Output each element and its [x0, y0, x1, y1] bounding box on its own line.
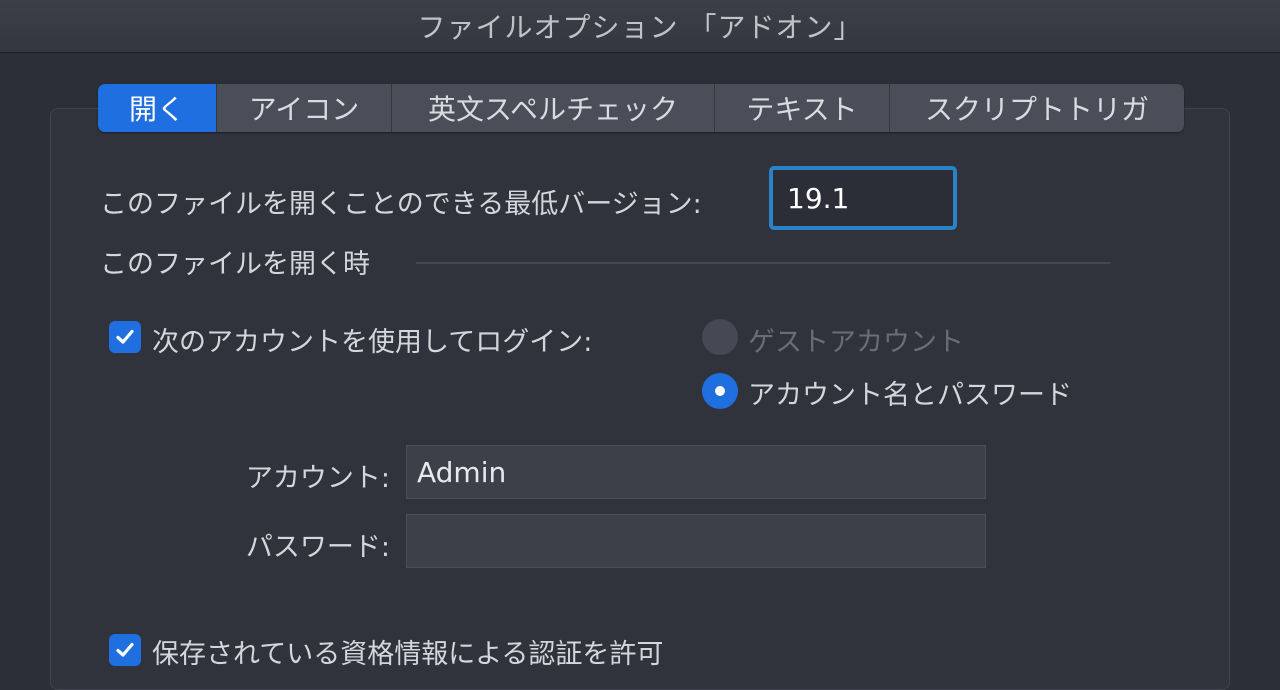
account-field[interactable]: Admin [406, 445, 986, 499]
tab-spelling[interactable]: 英文スペルチェック [391, 84, 714, 132]
tab-icon-label: アイコン [248, 93, 360, 126]
account-field-value: Admin [417, 455, 507, 489]
tab-script-triggers[interactable]: スクリプトトリガ [889, 84, 1184, 132]
keychain-checkbox[interactable] [109, 634, 141, 666]
checkmark-icon [116, 642, 134, 657]
tab-text[interactable]: テキスト [714, 84, 889, 132]
radio-account-password[interactable] [702, 373, 738, 409]
checkmark-icon [116, 329, 134, 344]
radio-guest-account-label: ゲストアカウント [748, 327, 964, 358]
login-checkbox-label: 次のアカウントを使用してログイン: [152, 327, 593, 358]
radio-account-password-label: アカウント名とパスワード [748, 380, 1072, 411]
tab-icon[interactable]: アイコン [216, 84, 391, 132]
window-title: ファイルオプション 「アドオン」 [417, 11, 863, 44]
section-divider [416, 262, 1110, 264]
radio-selected-dot [715, 386, 725, 396]
on-open-heading: このファイルを開く時 [100, 249, 370, 280]
radio-guest-account[interactable] [702, 319, 738, 355]
tab-text-label: テキスト [746, 93, 858, 126]
login-checkbox[interactable] [109, 321, 141, 353]
tab-spelling-label: 英文スペルチェック [427, 93, 679, 126]
window-title-bar: ファイルオプション 「アドオン」 [0, 0, 1280, 53]
tab-open[interactable]: 開く [98, 84, 216, 132]
tab-open-label: 開く [128, 93, 185, 126]
password-label: パスワード: [245, 532, 390, 563]
tab-script-triggers-label: スクリプトトリガ [924, 93, 1149, 126]
account-label: アカウント: [245, 463, 390, 494]
min-version-input[interactable]: 19.1 [769, 166, 957, 230]
tab-bar: 開く アイコン 英文スペルチェック テキスト スクリプトトリガ [98, 84, 1184, 132]
min-version-value: 19.1 [787, 181, 850, 215]
password-field[interactable] [406, 514, 986, 568]
keychain-checkbox-label: 保存されている資格情報による認証を許可 [152, 639, 664, 670]
min-version-label: このファイルを開くことのできる最低バージョン: [100, 189, 702, 220]
